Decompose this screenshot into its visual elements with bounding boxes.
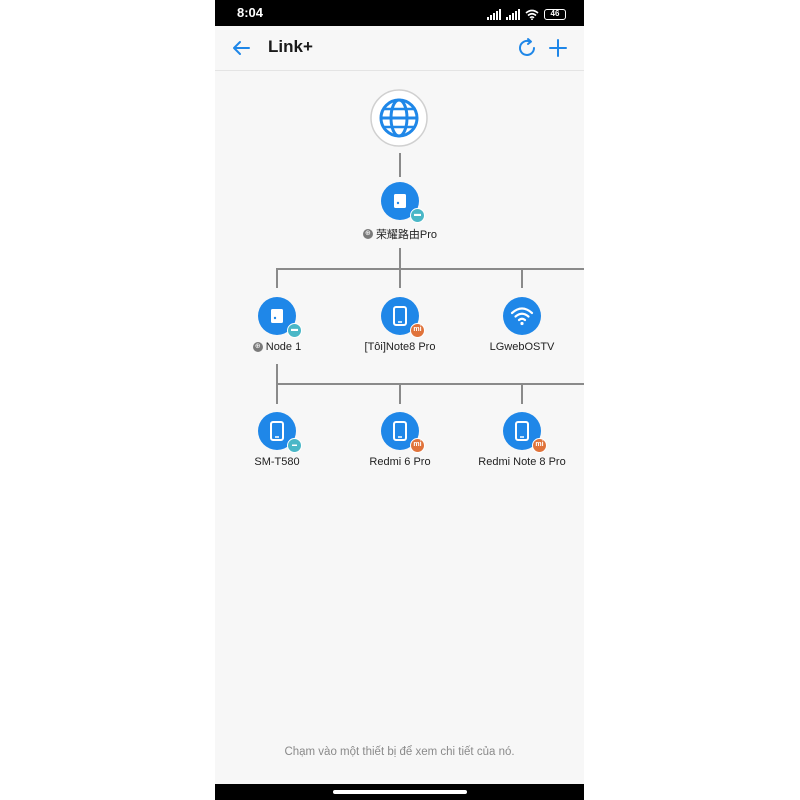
connector-line	[276, 383, 584, 385]
device-node-6[interactable]: mi Redmi Note 8 Pro	[462, 412, 582, 468]
mi-badge-icon: mi	[410, 438, 425, 453]
home-indicator[interactable]	[333, 790, 467, 794]
router-icon: ▬	[381, 182, 425, 223]
honor-badge-icon: ▬	[287, 323, 302, 338]
router-icon: ▬	[258, 297, 302, 338]
connector-line	[399, 383, 401, 404]
device-node-1[interactable]: ▬ ⊕ Node 1	[217, 297, 337, 353]
network-topology: ▬ ⊕ 荣耀路由Pro ▬ ⊕ Node 1 mi [Tôi]Note8 Pro…	[215, 0, 584, 800]
connector-line	[399, 248, 401, 270]
honor-logo-icon: ⊕	[362, 229, 373, 239]
device-name: [Tôi]Note8 Pro	[364, 341, 436, 353]
globe-icon	[370, 89, 428, 147]
phone-icon: mi	[381, 297, 425, 338]
device-node-3[interactable]: LGwebOSTV	[462, 297, 582, 353]
mi-badge-icon: mi	[410, 323, 425, 338]
navigation-bar	[215, 784, 584, 800]
connector-line	[521, 383, 523, 404]
phone-icon: mi	[381, 412, 425, 453]
phone-screen: 8:04 46 Link+ ▬ ⊕ 荣耀路由Pro ▬ ⊕ Node 1 mi …	[215, 0, 584, 800]
connector-line	[399, 153, 401, 177]
device-name: Redmi Note 8 Pro	[478, 456, 566, 468]
phone-icon: mi	[503, 412, 547, 453]
connector-line	[521, 268, 523, 288]
connector-line	[399, 268, 401, 288]
router-name: 荣耀路由Pro	[375, 229, 438, 241]
device-name: Redmi 6 Pro	[369, 456, 431, 468]
device-node-4[interactable]: ▬ SM-T580	[217, 412, 337, 468]
internet-node[interactable]	[369, 88, 429, 148]
honor-badge-icon: ▬	[410, 208, 425, 223]
device-node-2[interactable]: mi [Tôi]Note8 Pro	[340, 297, 460, 353]
hint-text: Chạm vào một thiết bị để xem chi tiết củ…	[284, 746, 515, 758]
router-node[interactable]: ▬ ⊕ 荣耀路由Pro	[340, 182, 460, 242]
mi-badge-icon: mi	[532, 438, 547, 453]
device-name: LGwebOSTV	[489, 341, 555, 353]
tablet-icon: ▬	[258, 412, 302, 453]
connector-line	[276, 268, 278, 288]
device-node-5[interactable]: mi Redmi 6 Pro	[340, 412, 460, 468]
samsung-badge-icon: ▬	[287, 438, 302, 453]
connector-line	[276, 268, 584, 270]
wifi-icon	[503, 297, 541, 335]
device-name: SM-T580	[254, 456, 300, 468]
device-name: Node 1	[265, 341, 302, 353]
honor-logo-icon: ⊕	[252, 342, 263, 352]
